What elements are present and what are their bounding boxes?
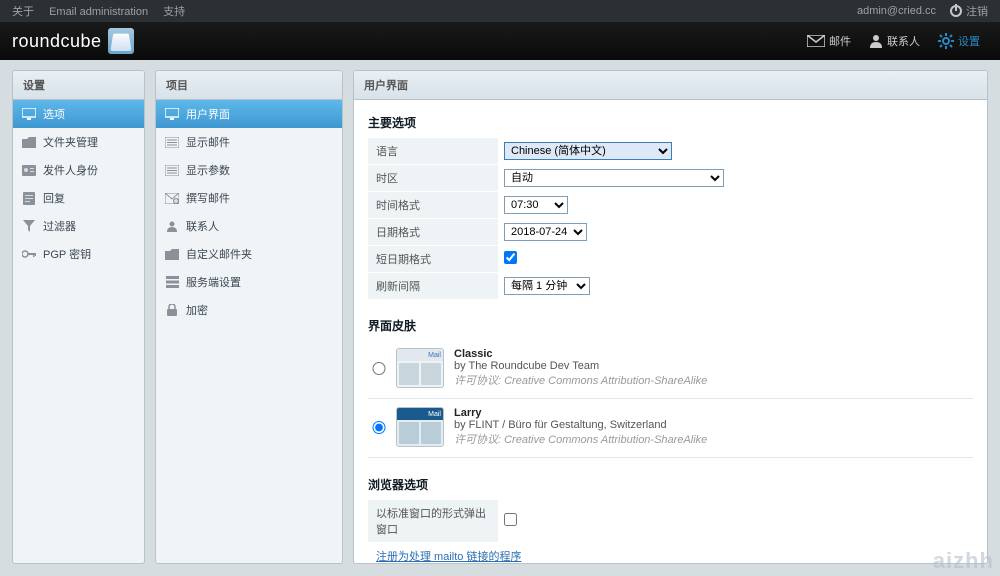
pref-params[interactable]: 显示参数 [156, 156, 342, 184]
dateformat-select[interactable]: 2018-07-24 [504, 223, 587, 241]
gear-icon [938, 33, 954, 49]
filter-icon [21, 219, 37, 233]
folder-icon [21, 135, 37, 149]
logo-cube-icon [108, 28, 134, 54]
person-icon [869, 34, 883, 48]
settings-sections-panel: 设置 选项 文件夹管理 发件人身份 回复 过滤器 PGP 密钥 [12, 70, 145, 564]
skin-thumb-larry: Mail [396, 407, 444, 447]
label-refresh: 刷新间隔 [368, 273, 498, 300]
skin-name: Larry [454, 407, 707, 419]
person-icon [164, 219, 180, 233]
section-main-heading: 主要选项 [368, 114, 973, 131]
content-title: 用户界面 [354, 71, 987, 100]
refresh-select[interactable]: 每隔 1 分钟 [504, 277, 590, 295]
label-dateformat: 日期格式 [368, 219, 498, 246]
skin-name: Classic [454, 348, 707, 360]
section-responses[interactable]: 回复 [13, 184, 144, 212]
list-icon [164, 135, 180, 149]
logout-link[interactable]: 注销 [950, 3, 988, 19]
pref-compose[interactable]: 撰写邮件 [156, 184, 342, 212]
id-icon [21, 163, 37, 177]
pref-contacts[interactable]: 联系人 [156, 212, 342, 240]
skin-radio-larry[interactable] [372, 421, 386, 434]
email-admin-link[interactable]: Email administration [49, 6, 148, 18]
section-preferences[interactable]: 选项 [13, 100, 144, 128]
power-icon [950, 5, 962, 17]
section-identities[interactable]: 发件人身份 [13, 156, 144, 184]
nav-settings[interactable]: 设置 [930, 29, 988, 53]
note-icon [21, 191, 37, 205]
label-popup: 以标准窗口的形式弹出窗口 [368, 500, 498, 543]
current-user: admin@cried.cc [857, 5, 936, 17]
mailto-register-link[interactable]: 注册为处理 mailto 链接的程序 [376, 551, 521, 563]
skin-license: 许可协议: Creative Commons Attribution-Share… [454, 431, 707, 447]
watermark: aizhh [933, 548, 994, 574]
about-link[interactable]: 关于 [12, 6, 34, 18]
pref-ui[interactable]: 用户界面 [156, 100, 342, 128]
key-icon [21, 247, 37, 261]
skin-author: by The Roundcube Dev Team [454, 360, 707, 372]
label-language: 语言 [368, 138, 498, 165]
logo: roundcube [12, 28, 134, 54]
skin-thumb-classic: Mail [396, 348, 444, 388]
skin-option-larry[interactable]: Mail Larry by FLINT / Büro für Gestaltun… [368, 399, 973, 458]
panel-title: 项目 [156, 71, 342, 100]
section-folders[interactable]: 文件夹管理 [13, 128, 144, 156]
envelope-icon [807, 35, 825, 47]
label-timeformat: 时间格式 [368, 192, 498, 219]
label-shortdate: 短日期格式 [368, 246, 498, 273]
monitor-icon [164, 107, 180, 121]
shortdate-checkbox[interactable] [504, 251, 517, 264]
mail-badge: Mail [428, 352, 441, 359]
compose-icon [164, 191, 180, 205]
timezone-select[interactable]: 自动 [504, 169, 724, 187]
skin-license: 许可协议: Creative Commons Attribution-Share… [454, 372, 707, 388]
skin-author: by FLINT / Büro für Gestaltung, Switzerl… [454, 419, 707, 431]
content-panel: 用户界面 主要选项 语言 Chinese (简体中文) 时区自动 时间格式 07:3… [353, 70, 988, 564]
section-filters[interactable]: 过滤器 [13, 212, 144, 240]
folder-icon [164, 247, 180, 261]
section-browser-heading: 浏览器选项 [368, 476, 973, 493]
section-pgp[interactable]: PGP 密钥 [13, 240, 144, 268]
monitor-icon [21, 107, 37, 121]
section-skin-heading: 界面皮肤 [368, 317, 973, 334]
panel-title: 设置 [13, 71, 144, 100]
preference-items-panel: 项目 用户界面 显示邮件 显示参数 撰写邮件 联系人 自定义邮件夹 服务端设置 … [155, 70, 343, 564]
nav-mail[interactable]: 邮件 [799, 29, 859, 53]
pref-server[interactable]: 服务端设置 [156, 268, 342, 296]
pref-encryption[interactable]: 加密 [156, 296, 342, 324]
mail-badge: Mail [428, 411, 441, 418]
skin-radio-classic[interactable] [372, 362, 386, 375]
pref-mail-display[interactable]: 显示邮件 [156, 128, 342, 156]
lock-icon [164, 303, 180, 317]
popup-checkbox[interactable] [504, 513, 517, 526]
language-select[interactable]: Chinese (简体中文) [504, 142, 672, 160]
timeformat-select[interactable]: 07:30 [504, 196, 568, 214]
label-timezone: 时区 [368, 165, 498, 192]
list-icon [164, 163, 180, 177]
nav-contacts[interactable]: 联系人 [861, 29, 928, 53]
support-link[interactable]: 支持 [163, 6, 185, 18]
server-icon [164, 275, 180, 289]
pref-custom-folders[interactable]: 自定义邮件夹 [156, 240, 342, 268]
skin-option-classic[interactable]: Mail Classic by The Roundcube Dev Team 许… [368, 340, 973, 399]
